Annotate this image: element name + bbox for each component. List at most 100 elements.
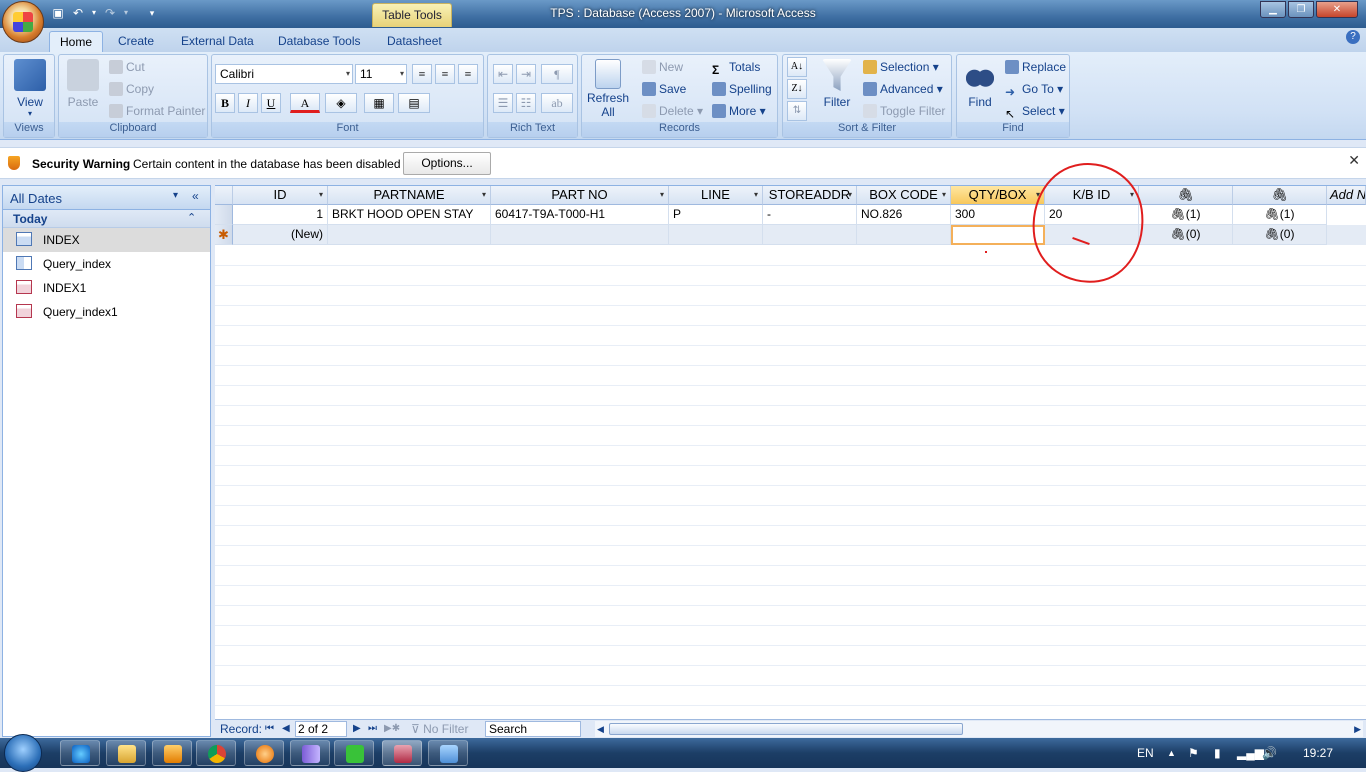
first-record-icon[interactable]: ⏮ <box>265 721 274 737</box>
chevron-down-icon[interactable]: ▾ <box>848 186 852 204</box>
cell-attachment-2[interactable]: 🖇(0) <box>1233 225 1327 245</box>
taskbar-ie[interactable] <box>60 740 100 766</box>
chevron-down-icon[interactable]: ▾ <box>942 186 946 204</box>
find-button[interactable]: Find <box>961 59 999 109</box>
chevron-down-icon[interactable]: ▾ <box>319 186 323 204</box>
current-record-field[interactable]: 2 of 2 <box>295 721 347 737</box>
spelling-button[interactable]: Spelling <box>712 79 772 99</box>
cell-storeaddr[interactable]: - <box>763 205 857 225</box>
nav-group-header[interactable]: Today ⌃ <box>3 210 210 228</box>
taskbar-access[interactable] <box>382 740 422 766</box>
sort-descending-icon[interactable]: Z↓ <box>787 79 807 99</box>
column-header-attachment-1[interactable]: 🖇 <box>1139 186 1233 205</box>
italic-button[interactable]: I <box>238 93 258 113</box>
bold-button[interactable]: B <box>215 93 235 113</box>
column-header-add-new[interactable]: Add N <box>1327 186 1366 205</box>
tab-database-tools[interactable]: Database Tools <box>268 31 371 52</box>
clock[interactable]: 19:27 <box>1303 746 1333 760</box>
column-header-kb-id[interactable]: K/B ID ▾ <box>1045 186 1139 205</box>
fill-color-icon[interactable]: ◈ <box>325 93 357 113</box>
format-painter-button[interactable]: Format Painter <box>109 101 205 121</box>
chevron-down-icon[interactable]: ▾ <box>1130 186 1134 204</box>
chevron-down-icon[interactable]: ▾ <box>754 186 758 204</box>
tab-create[interactable]: Create <box>108 31 164 52</box>
close-icon[interactable]: ✕ <box>1348 152 1360 169</box>
office-button[interactable] <box>2 1 44 43</box>
navigation-pane-header[interactable]: All Dates ▾ « <box>3 186 210 210</box>
tab-datasheet[interactable]: Datasheet <box>377 31 452 52</box>
save-record-button[interactable]: Save <box>642 79 686 99</box>
cell-partname[interactable]: BRKT HOOD OPEN STAY <box>328 205 491 225</box>
scroll-right-icon[interactable]: ▶ <box>1354 721 1361 737</box>
cell-attachment-2[interactable]: 🖇(1) <box>1233 205 1327 225</box>
cell-kb-id[interactable] <box>1045 225 1139 245</box>
toggle-filter-button[interactable]: Toggle Filter <box>863 101 945 121</box>
chevron-down-icon[interactable]: ▾ <box>660 186 664 204</box>
column-header-partname[interactable]: PARTNAME ▾ <box>328 186 491 205</box>
gridlines-icon[interactable]: ▦ <box>364 93 394 113</box>
highlight-icon[interactable]: ab <box>541 93 573 113</box>
delete-record-button[interactable]: Delete ▾ <box>642 101 703 121</box>
totals-button[interactable]: Σ Totals <box>712 57 760 77</box>
view-button[interactable]: View ▾ <box>10 59 50 118</box>
decrease-indent-icon[interactable]: ⇤ <box>493 64 513 84</box>
cell-id[interactable]: 1 <box>233 205 328 225</box>
cell-partname[interactable] <box>328 225 491 245</box>
taskbar-app-paint[interactable] <box>428 740 468 766</box>
taskbar-explorer[interactable] <box>106 740 146 766</box>
column-header-box-code[interactable]: BOX CODE ▾ <box>857 186 951 205</box>
refresh-all-button[interactable]: Refresh All <box>586 59 630 119</box>
font-family-select[interactable]: Calibri ▾ <box>215 64 353 84</box>
cell-line[interactable]: P <box>669 205 763 225</box>
cell-storeaddr[interactable] <box>763 225 857 245</box>
cut-button[interactable]: Cut <box>109 57 145 77</box>
tab-external-data[interactable]: External Data <box>171 31 264 52</box>
nav-item-index[interactable]: INDEX <box>3 228 210 252</box>
taskbar-media-player[interactable] <box>152 740 192 766</box>
goto-button[interactable]: ➜ Go To ▾ <box>1005 79 1063 99</box>
tab-home[interactable]: Home <box>49 31 104 52</box>
taskbar-line[interactable] <box>334 740 374 766</box>
advanced-button[interactable]: Advanced ▾ <box>863 79 943 99</box>
new-record-asterisk-icon[interactable]: ✱ <box>215 225 233 245</box>
cell-part-no[interactable]: 60417-T9A-T000-H1 <box>491 205 669 225</box>
collapse-group-icon[interactable]: ⌃ <box>187 211 196 224</box>
taskbar-app-bow[interactable] <box>290 740 330 766</box>
table-row-new[interactable]: ✱ (New) 🖇(0) 🖇(0) <box>215 225 1366 245</box>
volume-icon[interactable]: 🔊 <box>1262 746 1277 760</box>
show-hidden-icons-icon[interactable]: ▲ <box>1167 748 1176 758</box>
column-header-id[interactable]: ID ▾ <box>233 186 328 205</box>
numbering-icon[interactable]: ☷ <box>516 93 536 113</box>
cell-kb-id[interactable]: 20 <box>1045 205 1139 225</box>
cell-qty-box[interactable]: 300 <box>951 205 1045 225</box>
chevron-down-icon[interactable]: ▾ <box>482 186 486 204</box>
replace-button[interactable]: Replace <box>1005 57 1066 77</box>
chevron-down-icon[interactable]: ▾ <box>1036 186 1040 204</box>
increase-indent-icon[interactable]: ⇥ <box>516 64 536 84</box>
column-header-attachment-2[interactable]: 🖇 <box>1233 186 1327 205</box>
align-center-icon[interactable]: ≡ <box>435 64 455 84</box>
cell-part-no[interactable] <box>491 225 669 245</box>
align-right-icon[interactable]: ≡ <box>458 64 478 84</box>
help-icon[interactable]: ? <box>1346 30 1360 44</box>
no-filter-indicator[interactable]: ⊽ No Filter <box>411 721 468 737</box>
battery-icon[interactable]: ▮ <box>1214 746 1221 760</box>
new-record-nav-icon[interactable]: ▶✱ <box>384 721 400 737</box>
cell-box-code[interactable] <box>857 225 951 245</box>
collapse-pane-icon[interactable]: « <box>192 189 199 203</box>
table-row[interactable]: 1 BRKT HOOD OPEN STAY 60417-T9A-T000-H1 … <box>215 205 1366 225</box>
options-button[interactable]: Options... <box>403 152 491 175</box>
language-indicator[interactable]: EN <box>1137 746 1154 760</box>
cell-id[interactable]: (New) <box>233 225 328 245</box>
more-button[interactable]: More ▾ <box>712 101 766 121</box>
search-input[interactable]: Search <box>485 721 581 737</box>
underline-button[interactable]: U <box>261 93 281 113</box>
maximize-button[interactable]: ❐ <box>1288 1 1314 18</box>
minimize-button[interactable]: ▁ <box>1260 1 1286 18</box>
new-record-button[interactable]: New <box>642 57 683 77</box>
copy-button[interactable]: Copy <box>109 79 154 99</box>
font-color-icon[interactable]: A <box>290 93 320 113</box>
action-center-icon[interactable]: ⚑ <box>1188 746 1199 760</box>
scroll-left-icon[interactable]: ◀ <box>597 721 604 737</box>
paragraph-direction-icon[interactable]: ¶ <box>541 64 573 84</box>
